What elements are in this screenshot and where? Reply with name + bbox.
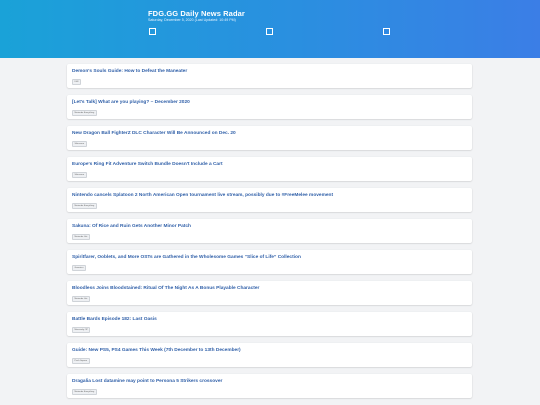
filter-checkbox-2[interactable] (266, 28, 273, 35)
source-badge: Massively OP (72, 327, 91, 333)
news-headline-link[interactable]: Spiritfarer, Ooblets, and More OSTs are … (72, 255, 301, 260)
page-title: FDG.GG Daily News Radar (148, 9, 245, 18)
news-list: Demon's Souls Guide: How to Defeat the M… (67, 64, 472, 405)
news-headline-link[interactable]: [Let's Talk] What are you playing? – Dec… (72, 100, 190, 105)
news-headline-link[interactable]: Europe's Ring Fit Adventure Switch Bundl… (72, 162, 223, 167)
last-updated-text: Saturday, December 5, 2020 (Last Updated… (148, 18, 236, 22)
news-headline-link[interactable]: Sakuna: Of Rice and Ruin Gets Another Mi… (72, 224, 191, 229)
news-card: Sakuna: Of Rice and Ruin Gets Another Mi… (67, 219, 472, 243)
news-card: New Dragon Ball FighterZ DLC Character W… (67, 126, 472, 150)
source-badge: Siliconera (72, 141, 87, 147)
news-card: Spiritfarer, Ooblets, and More OSTs are … (67, 250, 472, 274)
source-badge: Siliconera (72, 172, 87, 178)
news-card: Europe's Ring Fit Adventure Switch Bundl… (67, 157, 472, 181)
news-headline-link[interactable]: New Dragon Ball FighterZ DLC Character W… (72, 131, 236, 136)
news-headline-link[interactable]: Dragalia Lost datamine may point to Pers… (72, 379, 222, 384)
news-card: Demon's Souls Guide: How to Defeat the M… (67, 64, 472, 88)
news-headline-link[interactable]: Demon's Souls Guide: How to Defeat the M… (72, 69, 187, 74)
source-badge: IGN (72, 79, 81, 85)
source-badge: Nintendo Life (72, 234, 90, 240)
news-card: Bloodless Joins Bloodstained: Ritual Of … (67, 281, 472, 305)
filter-checkbox-1[interactable] (149, 28, 156, 35)
news-card: Dragalia Lost datamine may point to Pers… (67, 374, 472, 398)
news-card: [Let's Talk] What are you playing? – Dec… (67, 95, 472, 119)
source-badge: Nintendo Life (72, 296, 90, 302)
source-badge: Nintendo Everything (72, 389, 97, 395)
news-card: Nintendo cancels Splatoon 2 North Americ… (67, 188, 472, 212)
source-badge: Nintendo Everything (72, 203, 97, 209)
filter-checkbox-3[interactable] (383, 28, 390, 35)
news-headline-link[interactable]: Battle Bards Episode 182: Last Oasis (72, 317, 157, 322)
news-headline-link[interactable]: Bloodless Joins Bloodstained: Ritual Of … (72, 286, 259, 291)
news-headline-link[interactable]: Nintendo cancels Splatoon 2 North Americ… (72, 193, 333, 198)
news-card: Guide: New PS5, PS4 Games This Week (7th… (67, 343, 472, 367)
news-headline-link[interactable]: Guide: New PS5, PS4 Games This Week (7th… (72, 348, 241, 353)
news-card: Battle Bards Episode 182: Last Oasis Mas… (67, 312, 472, 336)
source-badge: Nintendo Everything (72, 110, 97, 116)
source-badge: Push Square (72, 358, 90, 364)
source-badge: Gematsu (72, 265, 86, 271)
page-header: FDG.GG Daily News Radar Saturday, Decemb… (0, 0, 540, 58)
